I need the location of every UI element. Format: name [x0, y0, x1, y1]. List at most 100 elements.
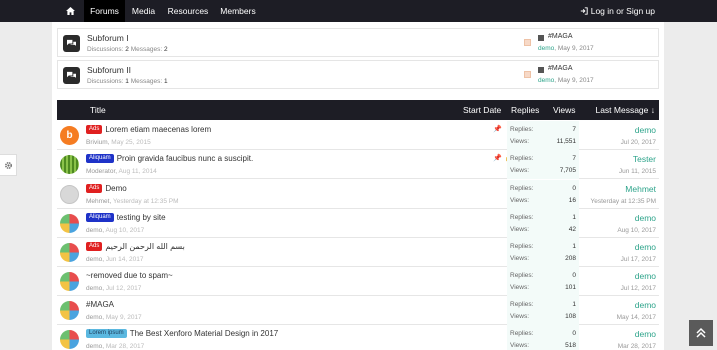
last-message-user[interactable]: demo: [635, 213, 656, 223]
views-count: 16: [568, 197, 576, 204]
thread-stats: Replies: 0 Views: 518: [507, 325, 579, 350]
views-label: Views:: [510, 197, 530, 204]
thread-row[interactable]: Ads بسم الله الرحمن الرحيم demo, Jun 14, 2…: [57, 238, 659, 267]
column-views[interactable]: Views: [553, 100, 576, 120]
thread-row[interactable]: Aliquam testing by site demo, Aug 10, 2017…: [57, 209, 659, 238]
views-label: Views:: [510, 138, 530, 145]
thread-title[interactable]: The Best Xenforo Material Design in 2017: [130, 329, 279, 338]
thread-row[interactable]: Lorem ipsum The Best Xenforo Material Des…: [57, 325, 659, 350]
new-posts-indicator: [524, 39, 531, 46]
thread-author[interactable]: demo: [86, 314, 102, 321]
avatar[interactable]: b: [60, 126, 79, 145]
thread-title-line: ~removed due to spam~: [86, 271, 173, 280]
replies-count: 0: [572, 330, 576, 337]
home-button[interactable]: [58, 0, 82, 22]
last-message-user[interactable]: demo: [635, 242, 656, 252]
subforum-last-user[interactable]: demo: [538, 45, 554, 52]
thread-author[interactable]: Mehmet: [86, 198, 109, 205]
last-message-user[interactable]: Mehmet: [625, 184, 656, 194]
thread-prefix[interactable]: Ads: [86, 242, 103, 251]
thread-author[interactable]: demo: [86, 285, 102, 292]
last-message-date[interactable]: May 14, 2017: [617, 314, 656, 321]
views-count: 11,551: [556, 138, 576, 145]
subforum-node[interactable]: Subforum I Discussions: 2 Messages: 2 #M…: [57, 28, 659, 57]
thread-author[interactable]: demo: [86, 256, 102, 263]
last-message-date[interactable]: Yesterday at 12:35 PM: [590, 198, 656, 205]
last-message-user[interactable]: Tester: [633, 154, 656, 164]
views-label: Views:: [510, 255, 530, 262]
column-replies[interactable]: Replies: [511, 100, 539, 120]
thread-title[interactable]: #MAGA: [86, 300, 114, 309]
thread-title-line: Lorem ipsum The Best Xenforo Material Des…: [86, 329, 278, 338]
last-message-date[interactable]: Jul 20, 2017: [621, 139, 656, 146]
thread-list-header: Title Start Date Replies Views Last Mess…: [57, 100, 659, 120]
tab-media[interactable]: Media: [127, 0, 160, 22]
thread-prefix[interactable]: Aliquam: [86, 213, 114, 222]
thread-meta: demo, Mar 28, 2017: [86, 343, 145, 350]
thread-author[interactable]: Brivium: [86, 139, 108, 146]
replies-count: 7: [572, 126, 576, 133]
avatar[interactable]: [60, 243, 79, 262]
last-message-date[interactable]: Jun 11, 2015: [619, 168, 656, 175]
last-message-date[interactable]: Mar 28, 2017: [618, 343, 656, 350]
thread-title[interactable]: بسم الله الرحمن الرحيم: [105, 242, 184, 251]
thread-title[interactable]: Lorem etiam maecenas lorem: [105, 125, 211, 134]
thread-row[interactable]: b Ads Lorem etiam maecenas lorem Brivium, M…: [57, 121, 659, 150]
avatar[interactable]: [60, 155, 79, 174]
avatar[interactable]: [60, 330, 79, 349]
avatar[interactable]: [60, 301, 79, 320]
thread-title[interactable]: ~removed due to spam~: [86, 271, 173, 280]
thread-row[interactable]: ~removed due to spam~ demo, Jul 12, 2017 R…: [57, 267, 659, 296]
last-message-date[interactable]: Aug 10, 2017: [617, 227, 656, 234]
subforum-title[interactable]: Subforum I: [87, 33, 129, 43]
last-message-user[interactable]: demo: [635, 300, 656, 310]
sign-in-icon: [580, 7, 588, 15]
thread-prefix[interactable]: Aliquam: [86, 154, 114, 163]
last-message-user[interactable]: demo: [635, 271, 656, 281]
login-label: Log in or Sign up: [590, 6, 655, 16]
thread-prefix[interactable]: Ads: [86, 184, 103, 193]
thread-title[interactable]: Demo: [105, 184, 126, 193]
subforum-node[interactable]: Subforum II Discussions: 1 Messages: 1 #…: [57, 60, 659, 89]
subforum-title[interactable]: Subforum II: [87, 65, 131, 75]
thread-title-line: Aliquam Proin gravida faucibus nunc a sus…: [86, 154, 253, 163]
thread-author[interactable]: demo: [86, 227, 102, 234]
last-message-date[interactable]: Jul 17, 2017: [621, 256, 656, 263]
column-title[interactable]: Title: [90, 100, 106, 120]
last-message-user[interactable]: demo: [635, 125, 656, 135]
avatar[interactable]: [60, 185, 79, 204]
thread-author[interactable]: demo: [86, 343, 102, 350]
avatar[interactable]: [60, 214, 79, 233]
last-message-user[interactable]: demo: [635, 329, 656, 339]
subforum-last-user[interactable]: demo: [538, 77, 554, 84]
thread-prefix[interactable]: Lorem ipsum: [86, 329, 127, 338]
tab-forums[interactable]: Forums: [84, 0, 125, 22]
views-count: 208: [565, 255, 576, 262]
column-last-message[interactable]: Last Message ↓: [595, 100, 655, 120]
login-signup-link[interactable]: Log in or Sign up: [580, 0, 655, 22]
thread-row[interactable]: Ads Demo Mehmet, Yesterday at 12:35 PM Repl…: [57, 180, 659, 209]
thread-prefix[interactable]: Ads: [86, 125, 103, 134]
thread-row[interactable]: #MAGA demo, May 9, 2017 Replies: 1 Views: 108…: [57, 296, 659, 325]
pin-icon: 📌: [493, 126, 502, 133]
thread-start-date: May 25, 2015: [111, 139, 151, 146]
subforum-last-thread[interactable]: #MAGA: [548, 65, 573, 72]
avatar[interactable]: [60, 272, 79, 291]
last-message-date[interactable]: Jul 12, 2017: [621, 285, 656, 292]
thread-title[interactable]: testing by site: [117, 213, 166, 222]
tab-members[interactable]: Members: [216, 0, 260, 22]
style-chooser-button[interactable]: [0, 154, 17, 176]
column-start-date[interactable]: Start Date: [463, 100, 501, 120]
replies-label: Replies:: [510, 155, 534, 162]
replies-label: Replies:: [510, 126, 534, 133]
thread-row[interactable]: Aliquam Proin gravida faucibus nunc a sus…: [57, 150, 659, 179]
views-label: Views:: [510, 167, 530, 174]
subforum-last-thread[interactable]: #MAGA: [548, 33, 573, 40]
thread-author[interactable]: Moderator: [86, 168, 115, 175]
views-count: 518: [565, 342, 576, 349]
thread-title[interactable]: Proin gravida faucibus nunc a suscipit.: [117, 154, 254, 163]
tab-resources[interactable]: Resources: [163, 0, 213, 22]
new-posts-indicator: [524, 71, 531, 78]
thread-start-date: Aug 11, 2014: [118, 168, 157, 175]
scroll-to-top-button[interactable]: [689, 320, 713, 346]
